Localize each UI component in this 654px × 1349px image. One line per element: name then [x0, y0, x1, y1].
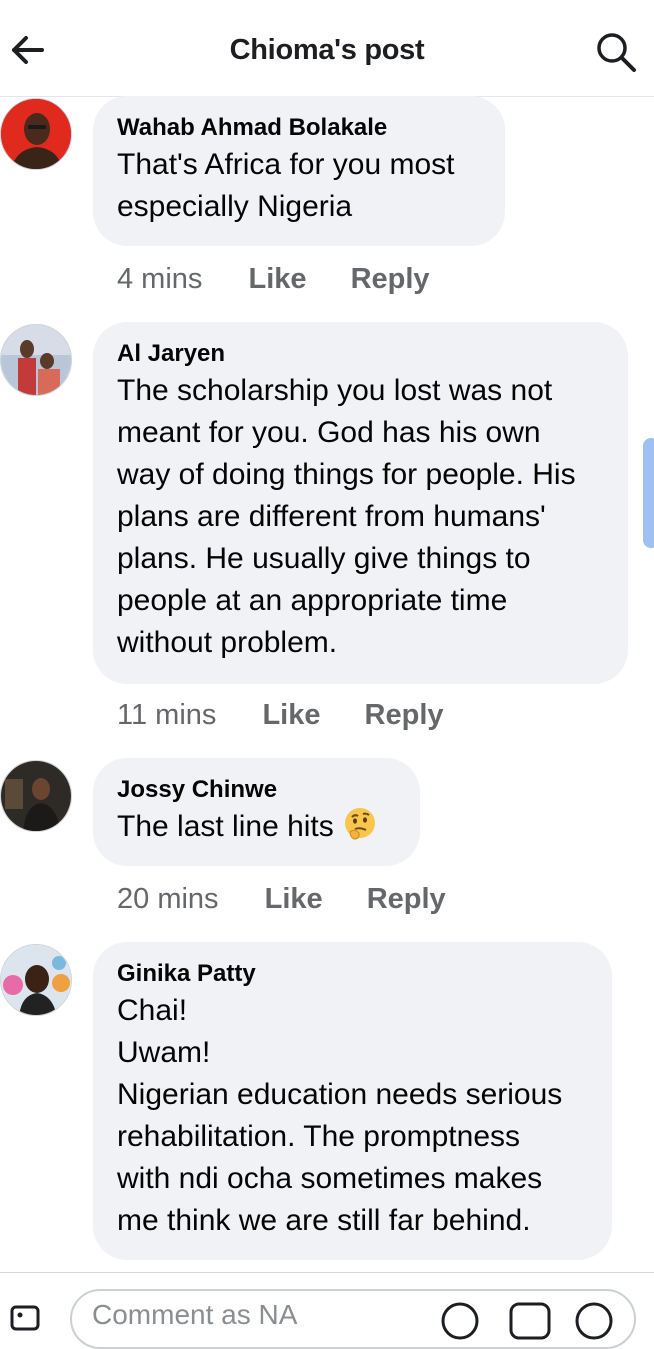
comment-bubble[interactable]: Wahab Ahmad Bolakale That's Africa for y…	[93, 96, 505, 246]
comment-bubble[interactable]: Al Jaryen The scholarship you lost was n…	[93, 322, 628, 684]
thinking-face-emoji	[342, 806, 378, 854]
comment-input[interactable]: Comment as NA	[70, 1289, 636, 1349]
page-title: Chioma's post	[229, 34, 425, 66]
sticker-icon[interactable]	[574, 1301, 614, 1346]
comment-time: 11 mins	[117, 699, 217, 731]
comment-actions: 4 mins Like Reply	[117, 259, 430, 299]
comment-time: 4 mins	[117, 263, 203, 295]
avatar[interactable]	[0, 98, 72, 170]
comment-composer: Comment as NA	[0, 1272, 654, 1349]
comment-time: 20 mins	[117, 883, 219, 915]
like-button[interactable]: Like	[248, 259, 306, 299]
emoji-icon[interactable]	[440, 1301, 480, 1346]
comment-input-placeholder: Comment as NA	[92, 1299, 298, 1330]
top-bar: Chioma's post	[0, 0, 654, 97]
comment-text: The last line hits	[117, 806, 396, 854]
scrollbar-thumb[interactable]	[643, 438, 654, 548]
comment-actions: 11 mins Like Reply	[117, 695, 444, 735]
reply-button[interactable]: Reply	[365, 695, 444, 735]
comment-author[interactable]: Jossy Chinwe	[117, 774, 396, 806]
like-button[interactable]: Like	[262, 695, 320, 735]
avatar[interactable]	[0, 324, 72, 396]
comment-author[interactable]: Al Jaryen	[117, 338, 604, 370]
reply-button[interactable]: Reply	[351, 259, 430, 299]
reply-button[interactable]: Reply	[367, 879, 446, 919]
comment-text-content: The last line hits	[117, 810, 334, 843]
comment-author[interactable]: Wahab Ahmad Bolakale	[117, 112, 481, 144]
comment-bubble[interactable]: Jossy Chinwe The last line hits	[93, 758, 420, 866]
avatar[interactable]	[0, 760, 72, 832]
like-button[interactable]: Like	[265, 879, 323, 919]
avatar[interactable]	[0, 944, 72, 1016]
comment-text: That's Africa for you most especially Ni…	[117, 148, 455, 223]
comment-text: Chai! Uwam! Nigerian education needs ser…	[117, 994, 563, 1237]
comment-actions: 20 mins Like Reply	[117, 879, 446, 919]
comment-text: The scholarship you lost was not meant f…	[117, 374, 576, 659]
gif-icon[interactable]	[508, 1301, 552, 1346]
comment-author[interactable]: Ginika Patty	[117, 958, 588, 990]
comment-bubble[interactable]: Ginika Patty Chai! Uwam! Nigerian educat…	[93, 942, 612, 1260]
search-icon[interactable]	[594, 30, 638, 74]
camera-icon[interactable]	[10, 1303, 42, 1338]
